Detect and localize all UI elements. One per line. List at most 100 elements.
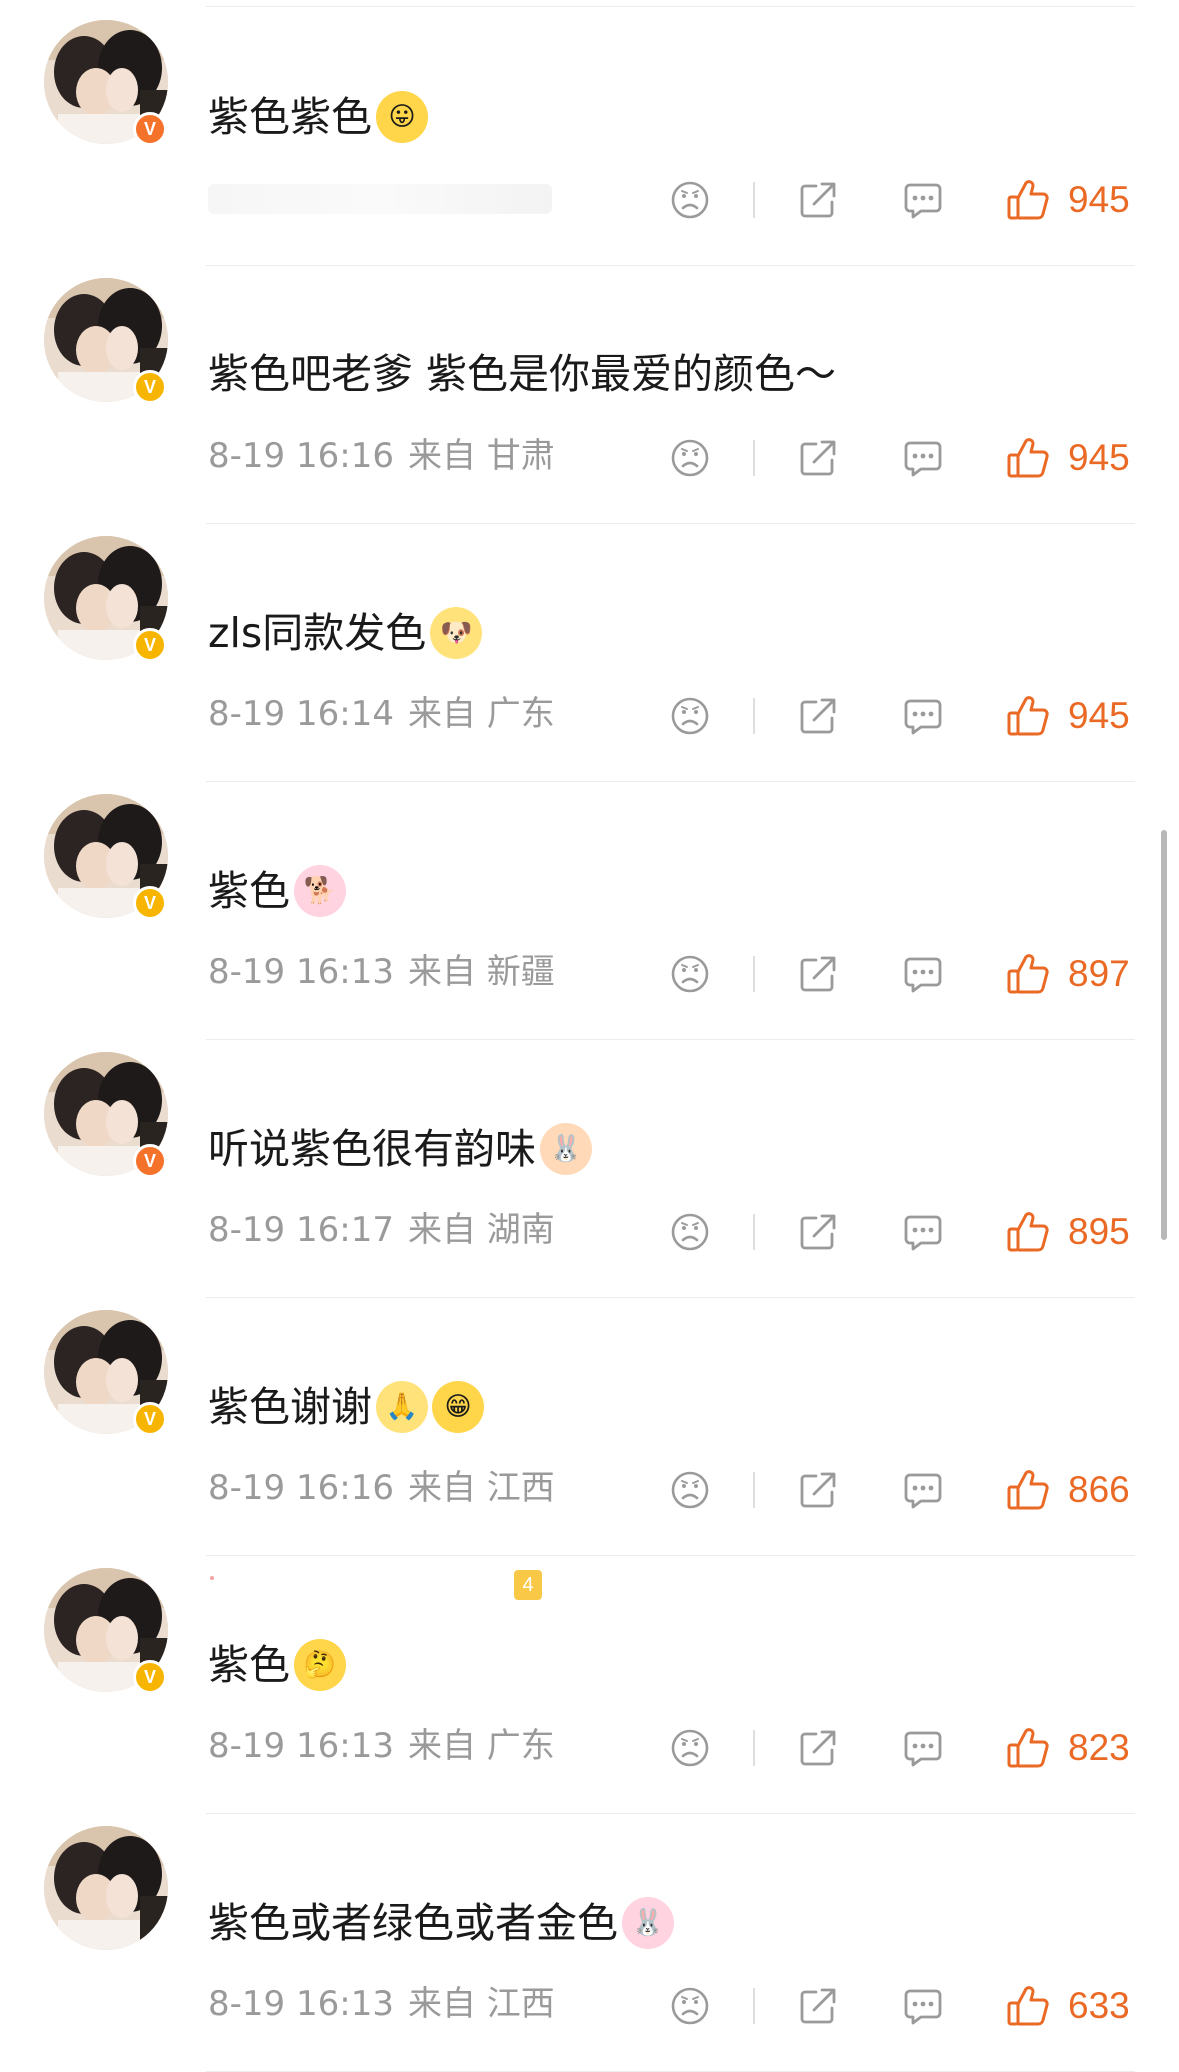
emoji-icon: 🙏 (376, 1381, 428, 1433)
like-button[interactable] (1004, 1466, 1052, 1514)
share-button[interactable] (794, 1208, 842, 1256)
reply-button[interactable] (899, 176, 947, 224)
like-button[interactable] (1004, 1982, 1052, 2030)
sad-face-icon (671, 1987, 709, 2025)
share-button[interactable] (794, 1982, 842, 2030)
share-button[interactable] (794, 176, 842, 224)
comment-item-5: V 听说紫色很有韵味 🐰 8-19 16:17 来自 湖南 895 (0, 1040, 1179, 1298)
comment-meta: 8-19 16:16 来自 江西 (208, 1468, 555, 1508)
comment-meta: 8-19 16:13 来自 广东 (208, 1726, 555, 1766)
dislike-button[interactable] (666, 1466, 714, 1514)
share-button[interactable] (794, 692, 842, 740)
comment-ip-location: 来自 广东 (407, 1726, 555, 1766)
top-divider (206, 6, 1135, 7)
like-button[interactable] (1004, 692, 1052, 740)
comment-ip-location: 来自 新疆 (407, 952, 555, 992)
comment-ip-location: 来自 湖南 (407, 1210, 555, 1250)
reply-button[interactable] (899, 1724, 947, 1772)
comment-item-4: V 紫色 🐕 8-19 16:13 来自 新疆 897 (0, 782, 1179, 1040)
dislike-button[interactable] (666, 692, 714, 740)
dislike-button[interactable] (666, 950, 714, 998)
comment-text-row: 紫色 🤔 (208, 1639, 346, 1691)
verified-badge-icon: V (133, 112, 167, 146)
reply-button[interactable] (899, 950, 947, 998)
share-button[interactable] (794, 434, 842, 482)
comment-text: 紫色或者绿色或者金色 (208, 1899, 618, 1947)
share-button[interactable] (794, 950, 842, 998)
like-button[interactable] (1004, 176, 1052, 224)
thumbs-up-icon (1007, 1212, 1049, 1252)
like-button[interactable] (1004, 434, 1052, 482)
share-button[interactable] (794, 1724, 842, 1772)
dislike-button[interactable] (666, 1208, 714, 1256)
like-count: 945 (1068, 695, 1130, 736)
comment-icon (904, 441, 942, 477)
comment-time: 8-19 16:16 (208, 1468, 394, 1508)
thumbs-up-icon (1007, 1986, 1049, 2026)
comment-text: 听说紫色很有韵味 (208, 1125, 536, 1173)
comment-text-row: 听说紫色很有韵味 🐰 (208, 1123, 592, 1175)
thumbs-up-icon (1007, 1470, 1049, 1510)
share-icon (800, 440, 836, 476)
thumbs-up-icon (1007, 438, 1049, 478)
like-button[interactable] (1004, 1208, 1052, 1256)
comment-text-row: 紫色紫色 😛 (208, 91, 428, 143)
reply-button[interactable] (899, 692, 947, 740)
scrollbar[interactable] (1161, 830, 1167, 1240)
action-separator (753, 440, 755, 476)
dislike-button[interactable] (666, 176, 714, 224)
comment-text: 紫色 (208, 1641, 290, 1689)
share-icon (800, 956, 836, 992)
comment-text: 紫色谢谢 (208, 1383, 372, 1431)
comment-ip-location: 来自 江西 (407, 1984, 555, 2024)
comment-item-1: V 紫色紫色 😛 945 (0, 8, 1179, 266)
avatar[interactable] (44, 1826, 168, 1950)
comment-time: 8-19 16:17 (208, 1210, 394, 1250)
share-icon (800, 1472, 836, 1508)
emoji-icon: 😛 (376, 91, 428, 143)
action-separator (753, 1730, 755, 1766)
comment-item-6: V 紫色谢谢 🙏 😁 8-19 16:16 来自 江西 866 (0, 1298, 1179, 1556)
like-count: 866 (1068, 1469, 1130, 1510)
action-separator (753, 1988, 755, 2024)
comment-item-7: V 4 紫色 🤔 8-19 16:13 来自 广东 823 (0, 1556, 1179, 1814)
comment-meta: 8-19 16:13 来自 新疆 (208, 952, 555, 992)
like-button[interactable] (1004, 1724, 1052, 1772)
comment-meta: 8-19 16:14 来自 广东 (208, 694, 555, 734)
username[interactable] (210, 1576, 214, 1580)
comment-icon (904, 1989, 942, 2025)
comment-ip-location: 来自 甘肃 (407, 436, 555, 476)
like-button[interactable] (1004, 950, 1052, 998)
reply-button[interactable] (899, 1466, 947, 1514)
comment-item-3: V zls同款发色 🐶 8-19 16:14 来自 广东 945 (0, 524, 1179, 782)
thumbs-up-icon (1007, 180, 1049, 220)
like-count: 823 (1068, 1727, 1130, 1768)
comment-text-row: zls同款发色 🐶 (208, 607, 483, 659)
reply-button[interactable] (899, 434, 947, 482)
emoji-icon: 🐰 (540, 1123, 592, 1175)
sad-face-icon (671, 439, 709, 477)
emoji-icon: 🤔 (294, 1639, 346, 1691)
like-count: 945 (1068, 437, 1130, 478)
emoji-icon: 🐶 (430, 607, 483, 659)
verified-badge-icon: V (133, 1144, 167, 1178)
dislike-button[interactable] (666, 1724, 714, 1772)
comment-text: 紫色吧老爹 紫色是你最爱的颜色～ (208, 350, 837, 398)
emoji-icon: 😁 (432, 1381, 484, 1433)
comment-text-row: 紫色或者绿色或者金色 🐰 (208, 1897, 674, 1949)
share-icon (800, 698, 836, 734)
dislike-button[interactable] (666, 1982, 714, 2030)
comment-ip-location: 来自 广东 (407, 694, 555, 734)
reply-button[interactable] (899, 1982, 947, 2030)
verified-badge-icon: V (133, 1402, 167, 1436)
action-separator (753, 698, 755, 734)
comment-meta: 8-19 16:16 来自 甘肃 (208, 436, 555, 476)
share-button[interactable] (794, 1466, 842, 1514)
reply-button[interactable] (899, 1208, 947, 1256)
sad-face-icon (671, 1729, 709, 1767)
comment-text-row: 紫色 🐕 (208, 865, 346, 917)
comment-icon (904, 183, 942, 219)
dislike-button[interactable] (666, 434, 714, 482)
action-separator (753, 1214, 755, 1250)
comment-meta: 8-19 16:13 来自 江西 (208, 1984, 555, 2024)
